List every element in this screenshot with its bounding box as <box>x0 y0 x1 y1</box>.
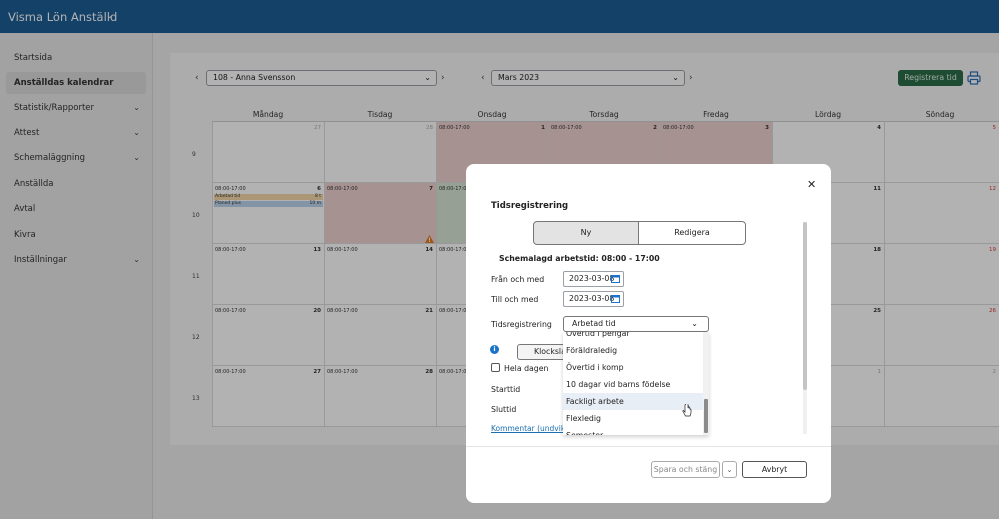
calendar-icon[interactable] <box>611 274 620 283</box>
registration-type-label: Tidsregistrering <box>491 320 552 329</box>
to-date-value: 2023-03-08 <box>569 294 615 303</box>
start-time-label: Starttid <box>491 385 521 394</box>
to-date-input[interactable]: 2023-03-08 <box>563 291 624 307</box>
registration-type-options: SemesterFlexledigFackligt arbete10 dagar… <box>563 332 709 435</box>
save-options-chevron-down-icon[interactable]: ⌄ <box>722 461 737 478</box>
from-date-value: 2023-03-08 <box>569 274 615 283</box>
registration-type-value: Arbetad tid <box>572 319 616 328</box>
close-icon[interactable]: ✕ <box>807 178 816 191</box>
end-time-label: Sluttid <box>491 405 517 414</box>
dropdown-option[interactable]: Föräldraledig <box>563 342 703 359</box>
scheduled-hours: Schemalagd arbetstid: 08:00 - 17:00 <box>499 254 660 263</box>
comment-link[interactable]: Kommentar (undvik att <box>491 424 566 433</box>
chevron-down-icon: ⌄ <box>691 319 698 328</box>
hand-pointer-icon <box>682 404 692 417</box>
dropdown-option[interactable]: 10 dagar vid barns födelse <box>563 376 703 393</box>
info-icon[interactable]: i <box>490 345 499 354</box>
time-registration-dialog: ✕ Tidsregistrering Ny Redigera Schemalag… <box>466 164 831 503</box>
dropdown-option[interactable]: Semester <box>563 427 703 435</box>
dialog-scrollbar-thumb[interactable] <box>803 222 807 390</box>
dialog-footer-divider <box>466 446 831 447</box>
to-date-label: Till och med <box>491 295 539 304</box>
calendar-icon[interactable] <box>611 294 620 303</box>
dialog-title: Tidsregistrering <box>491 201 569 211</box>
cancel-button[interactable]: Avbryt <box>742 461 807 478</box>
save-and-close-button[interactable]: Spara och stäng <box>651 461 720 478</box>
dropdown-option[interactable]: Övertid i pengar <box>563 332 703 342</box>
from-date-input[interactable]: 2023-03-08 <box>563 271 624 287</box>
tab-new[interactable]: Ny <box>533 221 639 245</box>
from-date-label: Från och med <box>491 275 545 284</box>
options-scrollbar-thumb[interactable] <box>704 399 708 433</box>
all-day-checkbox[interactable] <box>491 363 500 372</box>
dropdown-option[interactable]: Övertid i komp <box>563 359 703 376</box>
tab-edit[interactable]: Redigera <box>638 221 746 245</box>
all-day-label: Hela dagen <box>504 364 549 373</box>
registration-type-select[interactable]: Arbetad tid ⌄ <box>563 316 709 332</box>
